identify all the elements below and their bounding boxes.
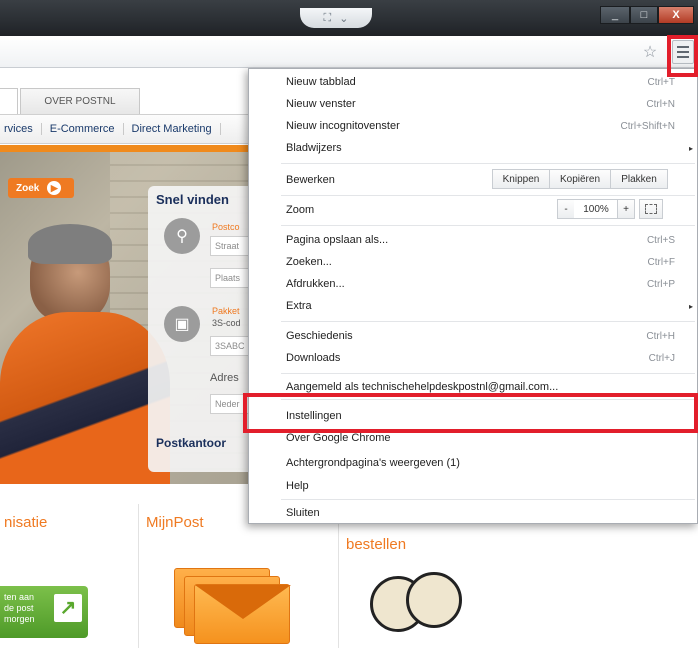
menu-item-save-page[interactable]: Pagina opslaan als... Ctrl+S xyxy=(249,229,698,251)
adres-label: Adres xyxy=(210,372,239,384)
menu-item-label: Nieuw incognitovenster xyxy=(286,120,400,132)
green-promo-box[interactable]: ten aan de post morgen ↗ xyxy=(0,586,88,638)
orange-stripe xyxy=(0,145,260,152)
zoom-out-button[interactable]: - xyxy=(557,199,575,219)
section-title-mijnpost[interactable]: MijnPost xyxy=(146,514,204,531)
menu-item-shortcut: Ctrl+N xyxy=(646,98,675,110)
cut-button[interactable]: Knippen xyxy=(492,169,550,189)
fullscreen-icon[interactable] xyxy=(639,199,663,219)
hero-person-hair xyxy=(28,224,112,264)
maximize-button[interactable]: □ xyxy=(630,6,658,24)
envelopes-illustration xyxy=(174,568,294,648)
hero-person-jacket xyxy=(0,312,170,484)
package-icon: ▣ xyxy=(164,306,200,342)
menu-item-shortcut: Ctrl+S xyxy=(646,234,675,246)
menu-item-exit[interactable]: Sluiten xyxy=(249,502,698,524)
column-divider xyxy=(338,504,339,648)
zoek-button[interactable]: Zoek ▶ xyxy=(8,178,74,198)
nav-item-services[interactable]: rvices xyxy=(0,123,42,135)
zoom-in-button[interactable]: + xyxy=(617,199,635,219)
menu-item-label: Zoom xyxy=(286,204,315,216)
site-tab-partial[interactable] xyxy=(0,88,18,114)
section-title-bestellen[interactable]: bestellen xyxy=(346,536,406,553)
menu-item-label: Bladwijzers xyxy=(286,142,342,154)
postkantoor-heading: Postkantoor xyxy=(156,436,227,450)
menu-separator xyxy=(281,321,695,322)
menu-separator xyxy=(281,163,695,164)
code-label: 3S-cod xyxy=(212,318,241,328)
submenu-arrow-icon: ▸ xyxy=(688,301,693,311)
fullscreen-icon[interactable]: ⛶ xyxy=(324,12,332,25)
menu-item-shortcut: Ctrl+F xyxy=(647,256,676,268)
menu-item-label: Geschiedenis xyxy=(286,330,353,342)
menu-item-label: Nieuw tabblad xyxy=(286,76,356,88)
menu-item-zoom: Zoom - 100% + xyxy=(249,197,698,223)
menu-item-new-window[interactable]: Nieuw venster Ctrl+N xyxy=(249,93,698,115)
column-divider xyxy=(138,504,139,648)
menu-separator xyxy=(281,499,695,500)
arrow-right-icon: ▶ xyxy=(47,181,62,195)
menu-item-bookmarks[interactable]: Bladwijzers ▸ xyxy=(249,137,698,159)
nav-item-direct-marketing[interactable]: Direct Marketing xyxy=(124,123,221,135)
snel-vinden-title: Snel vinden xyxy=(156,192,229,207)
menu-item-help[interactable]: Help xyxy=(249,475,698,497)
menu-separator xyxy=(281,195,695,196)
bookmark-star-icon[interactable]: ☆ xyxy=(640,42,660,62)
menu-item-shortcut: Ctrl+T xyxy=(647,76,676,88)
paste-button[interactable]: Plakken xyxy=(610,169,668,189)
menu-item-new-tab[interactable]: Nieuw tabblad Ctrl+T xyxy=(249,71,698,93)
chrome-menu: Nieuw tabblad Ctrl+T Nieuw venster Ctrl+… xyxy=(248,68,698,524)
close-button[interactable]: X xyxy=(658,6,694,24)
arrow-up-right-icon: ↗ xyxy=(54,594,82,622)
menu-item-label: Nieuw venster xyxy=(286,98,356,110)
menu-item-label: Afdrukken... xyxy=(286,278,345,290)
highlight-menu-button xyxy=(667,35,698,77)
menu-separator xyxy=(281,373,695,374)
menu-item-label: Over Google Chrome xyxy=(286,432,391,444)
copy-button[interactable]: Kopiëren xyxy=(549,169,611,189)
section-title-organisatie[interactable]: nisatie xyxy=(4,514,47,531)
chevron-down-icon[interactable]: ⌄ xyxy=(339,12,348,25)
zoom-level: 100% xyxy=(574,199,618,219)
menu-item-label: Pagina opslaan als... xyxy=(286,234,389,246)
pakket-label: Pakket xyxy=(212,306,240,316)
postcode-label: Postco xyxy=(212,222,240,232)
nav-item-ecommerce[interactable]: E-Commerce xyxy=(42,123,124,135)
site-navbar: rvices E-Commerce Direct Marketing xyxy=(0,114,260,144)
search-icon: ⚲ xyxy=(164,218,200,254)
menu-item-new-incognito[interactable]: Nieuw incognitovenster Ctrl+Shift+N xyxy=(249,115,698,137)
tab-strip-notch[interactable]: ⛶ ⌄ xyxy=(300,8,372,28)
stamp-seal xyxy=(406,572,462,628)
window-titlebar: ⛶ ⌄ _ □ X xyxy=(0,0,698,36)
menu-item-label: Aangemeld als technischehelpdeskpostnl@g… xyxy=(286,381,559,393)
menu-item-downloads[interactable]: Downloads Ctrl+J xyxy=(249,347,698,369)
menu-item-label: Help xyxy=(286,480,309,492)
menu-item-find[interactable]: Zoeken... Ctrl+F xyxy=(249,251,698,273)
envelope-front xyxy=(194,584,291,644)
stamps-illustration xyxy=(360,568,470,648)
menu-separator xyxy=(281,225,695,226)
site-tab-over-postnl[interactable]: OVER POSTNL xyxy=(20,88,140,114)
menu-item-edit: Bewerken Knippen Kopiëren Plakken xyxy=(249,167,698,193)
menu-item-label: Extra xyxy=(286,300,312,312)
menu-item-shortcut: Ctrl+H xyxy=(646,330,675,342)
highlight-settings-item xyxy=(243,393,698,433)
menu-item-label: Sluiten xyxy=(286,507,320,519)
menu-item-label: Bewerken xyxy=(286,174,335,186)
menu-item-history[interactable]: Geschiedenis Ctrl+H xyxy=(249,325,698,347)
menu-item-shortcut: Ctrl+Shift+N xyxy=(620,120,675,132)
menu-item-background-pages[interactable]: Achtergrondpagina's weergeven (1) xyxy=(249,452,698,474)
menu-item-label: Zoeken... xyxy=(286,256,332,268)
zoek-label: Zoek xyxy=(16,182,40,194)
menu-item-label: Achtergrondpagina's weergeven (1) xyxy=(286,457,460,469)
minimize-button[interactable]: _ xyxy=(600,6,630,24)
window-controls: _ □ X xyxy=(600,6,694,24)
menu-item-extra[interactable]: Extra ▸ xyxy=(249,295,698,317)
menu-item-print[interactable]: Afdrukken... Ctrl+P xyxy=(249,273,698,295)
browser-toolbar: ☆ xyxy=(0,36,698,68)
menu-item-shortcut: Ctrl+P xyxy=(646,278,675,290)
submenu-arrow-icon: ▸ xyxy=(688,143,693,153)
menu-item-label: Downloads xyxy=(286,352,341,364)
menu-item-shortcut: Ctrl+J xyxy=(648,352,675,364)
